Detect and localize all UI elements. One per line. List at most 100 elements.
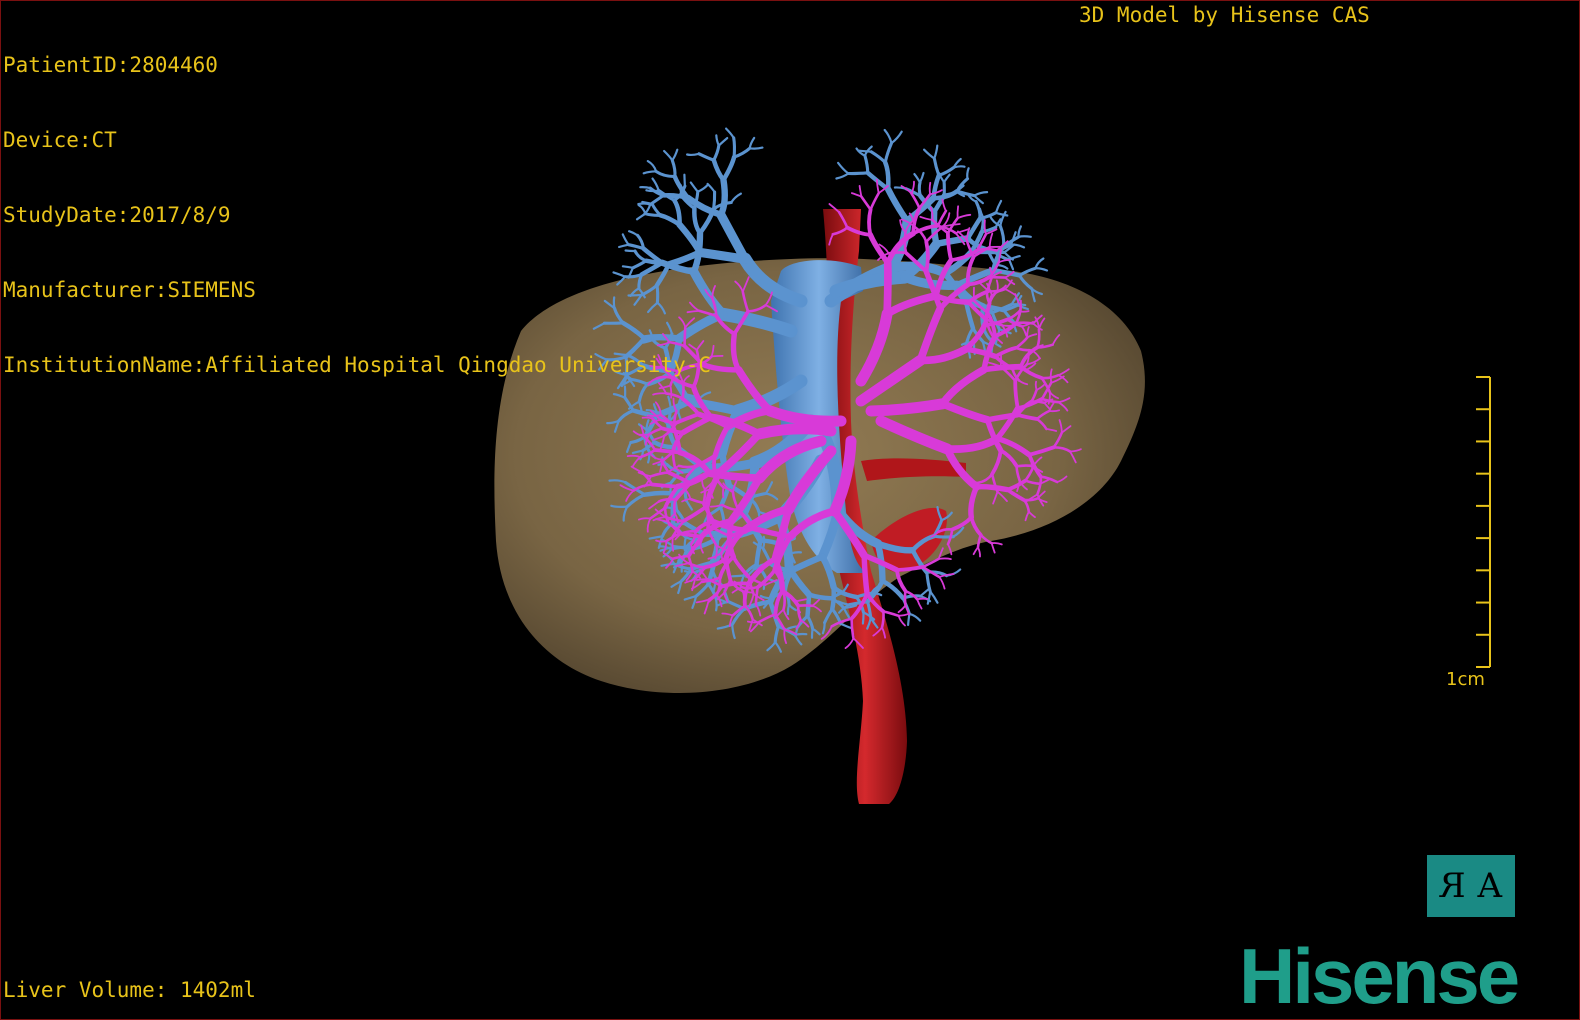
portal-vein-branch (722, 486, 725, 499)
portal-vein-branch (882, 610, 900, 618)
portal-vein-branch (1048, 409, 1060, 413)
portal-vein-branch (990, 542, 996, 554)
hepatic-vein-branch (1017, 235, 1032, 238)
portal-vein-branch (1034, 380, 1038, 391)
portal-vein-branch (677, 464, 698, 469)
hepatic-vein-branch (1008, 258, 1015, 271)
3d-viewport[interactable]: PatientID:2804460 Device:CT StudyDate:20… (0, 0, 1580, 1020)
hepatic-vein-branch (730, 192, 742, 204)
portal-vein-branch (740, 585, 760, 590)
device: Device:CT (3, 128, 117, 152)
hepatic-vein-branch (711, 157, 726, 183)
hepatic-vein-branch (884, 186, 911, 224)
portal-vein-branch (712, 453, 718, 479)
hepatic-vein-branch (748, 146, 764, 150)
portal-vein-branch (1015, 464, 1035, 468)
portal-vein-branch (883, 258, 892, 318)
portal-vein-branch (938, 576, 946, 590)
hepatic-vein-branch (890, 130, 903, 145)
study-date: StudyDate:2017/8/9 (3, 203, 231, 227)
hepatic-vein-branch (994, 199, 1003, 214)
hepatic-vein-branch (717, 137, 729, 147)
portal-vein-branch (988, 232, 994, 248)
orientation-cube[interactable]: R A (1427, 855, 1515, 917)
hepatic-vein-branch (923, 148, 936, 160)
hepatic-vein-branch (937, 165, 956, 177)
hepatic-vein-branch (732, 146, 752, 159)
scale-label: 1cm (1446, 669, 1485, 690)
portal-vein-branch (650, 482, 680, 489)
portal-vein-branch (946, 231, 954, 263)
hepatic-vein-branch (717, 176, 728, 218)
model-credit: 3D Model by Hisense CAS (1079, 3, 1370, 27)
hepatic-vein-branch (839, 622, 853, 630)
hepatic-vein-branch (913, 173, 922, 184)
portal-vein-branch (1049, 368, 1053, 384)
hepatic-vein-branch (918, 171, 925, 184)
hepatic-vein-branch (933, 144, 939, 160)
portal-vein-branch (977, 546, 981, 558)
portal-vein-branch (973, 484, 1010, 493)
hepatic-vein-branch (1017, 225, 1022, 238)
hepatic-vein-branch (712, 143, 721, 162)
hisense-logo: Hisense (1239, 932, 1520, 1020)
hepatic-vein-branch (943, 173, 951, 184)
hepatic-vein-branch (610, 504, 629, 508)
portal-vein-branch (897, 604, 907, 614)
hepatic-vein-branch (810, 627, 814, 639)
portal-vein-branch (995, 279, 999, 292)
portal-vein-branch (703, 528, 717, 531)
hepatic-vein-branch (858, 149, 873, 153)
hepatic-vein-branch (974, 200, 982, 221)
hepatic-vein-branch (919, 587, 931, 598)
hepatic-vein-branch (1034, 267, 1049, 272)
portal-vein-branch (753, 423, 837, 440)
portal-vein-branch (867, 207, 873, 237)
portal-vein-branch (916, 597, 929, 601)
orientation-a-label: A (1477, 866, 1503, 906)
liver-volume: Liver Volume: 1402ml (3, 978, 256, 1002)
hepatic-vein-branch (998, 224, 1006, 248)
portal-vein-branch (672, 498, 677, 515)
portal-vein-branch (1001, 324, 1017, 327)
portal-vein-branch (975, 247, 998, 252)
portal-vein-branch (869, 191, 880, 211)
portal-vein-branch (937, 557, 952, 560)
portal-vein-branch (897, 612, 911, 617)
portal-vein-branch (903, 589, 907, 607)
portal-vein-branch (919, 215, 934, 221)
hepatic-vein-branch (917, 180, 922, 198)
institution-name: InstitutionName:Affiliated Hospital Qing… (3, 353, 712, 377)
portal-vein-branch (941, 198, 947, 212)
patient-id: PatientID:2804460 (3, 53, 218, 77)
portal-vein-branch (998, 259, 1011, 263)
portal-vein-branch (956, 213, 972, 220)
portal-vein-branch (924, 239, 930, 274)
scale-bar (1476, 376, 1491, 668)
manufacturer: Manufacturer:SIEMENS (3, 278, 256, 302)
hepatic-vein-branch (725, 127, 735, 139)
portal-vein-branch (897, 614, 906, 627)
hepatic-vein-branch (721, 154, 737, 183)
portal-vein-branch (1015, 321, 1035, 325)
portal-vein-branch (916, 598, 923, 610)
hepatic-vein-branch (931, 173, 942, 201)
hepatic-vein-branch (861, 611, 865, 625)
portal-vein-branch (860, 195, 872, 211)
hepatic-vein-branch (835, 172, 850, 180)
portal-vein-branch (880, 610, 885, 629)
portal-vein-branch (695, 578, 709, 581)
hepatic-vein-branch (830, 584, 836, 612)
portal-vein-branch (844, 637, 855, 649)
portal-vein-branch (861, 552, 870, 597)
hepatic-vein-branch (952, 165, 966, 169)
hepatic-vein-branch (730, 574, 745, 578)
hepatic-vein-branch (929, 590, 939, 604)
hepatic-vein-branch (786, 603, 791, 616)
hepatic-vein-branch (715, 134, 720, 147)
hepatic-vein-branch (883, 128, 893, 145)
hepatic-vein-branch (863, 154, 870, 175)
hepatic-vein-branch (980, 216, 985, 234)
hepatic-vein-branch (908, 612, 922, 622)
hepatic-vein-branch (973, 191, 989, 197)
